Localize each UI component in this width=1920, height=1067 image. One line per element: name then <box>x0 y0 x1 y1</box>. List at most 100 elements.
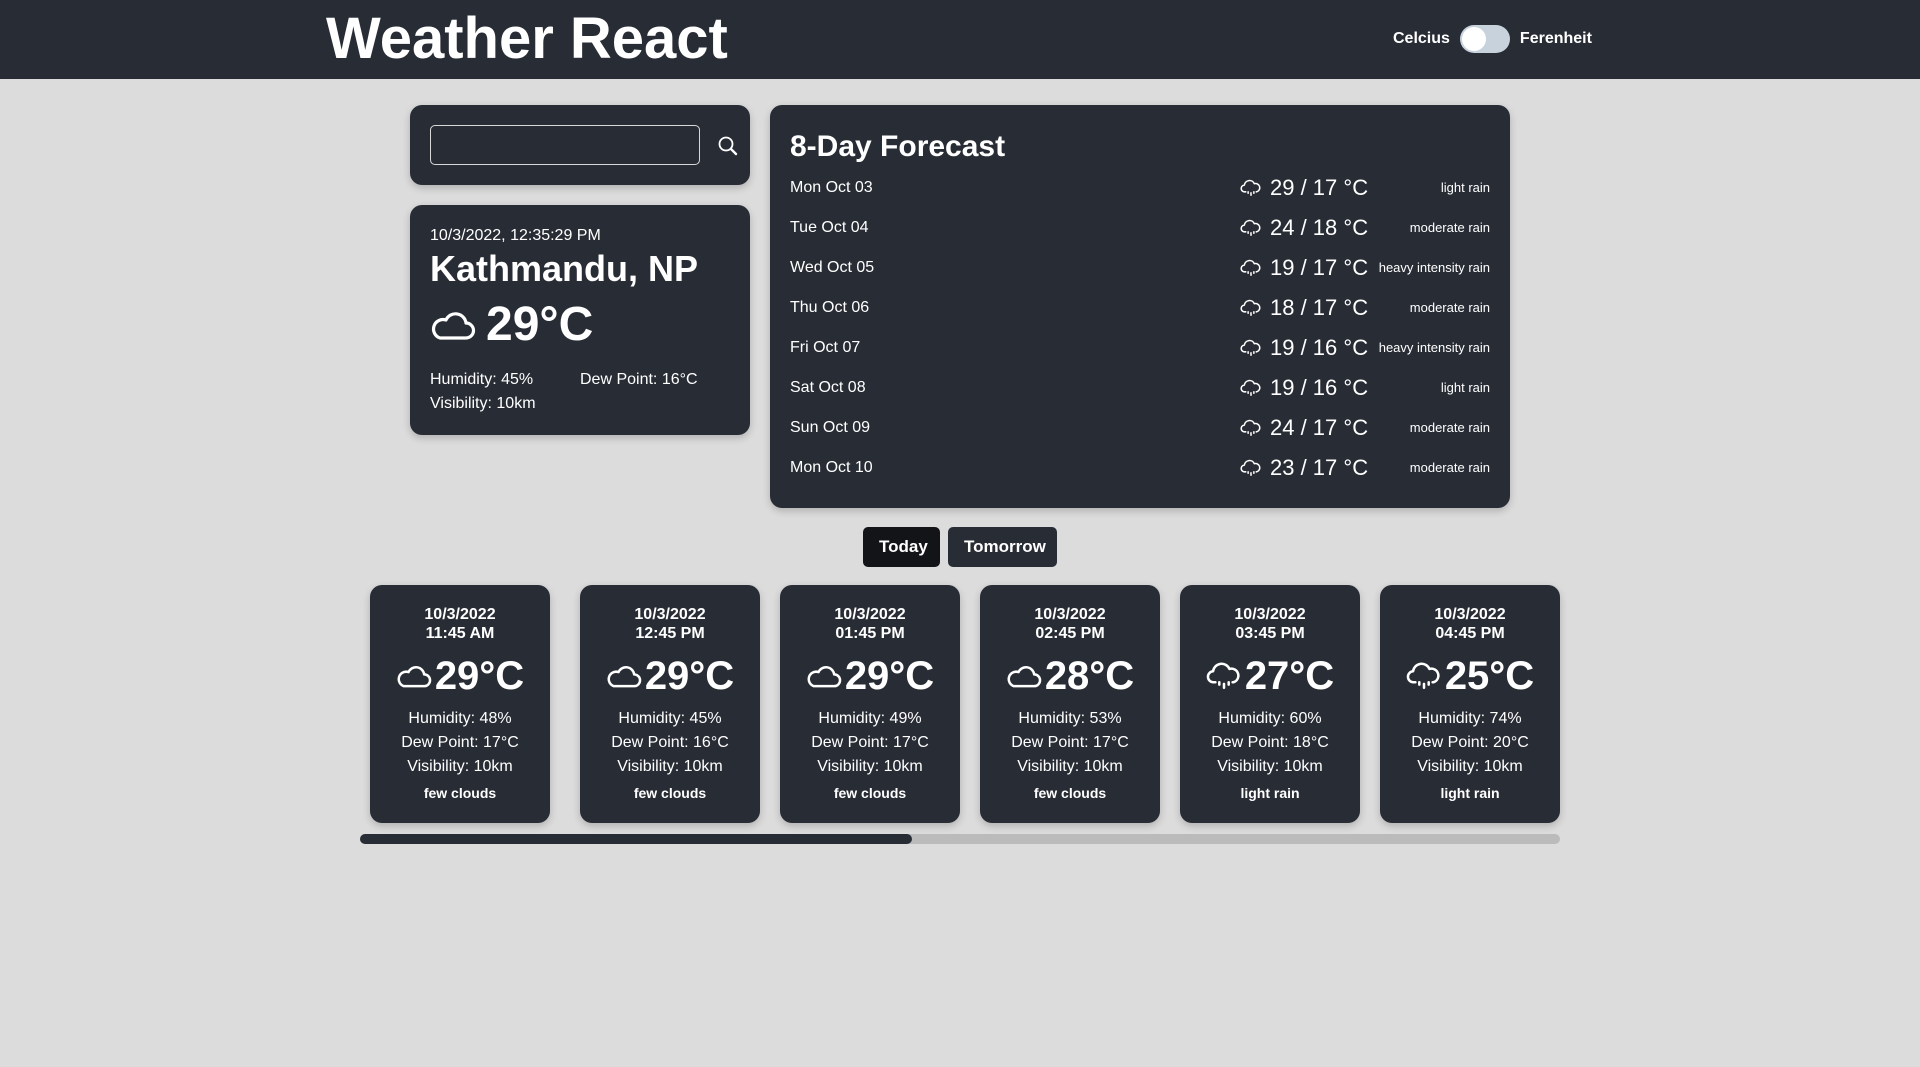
hourly-temp: 27°C <box>1244 654 1335 698</box>
hourly-humidity: Humidity: 74% <box>1418 710 1522 727</box>
hourly-temp: 29°C <box>844 654 935 698</box>
hourly-temp-row: 29°C <box>580 652 760 700</box>
hourly-scrollbar[interactable] <box>360 834 1560 844</box>
hourly-card: 10/3/2022 03:45 PM 27°C Humidity: 60% De… <box>1180 585 1360 823</box>
city-search-input[interactable] <box>430 125 700 165</box>
current-temperature: 29°C <box>486 298 594 351</box>
hourly-forecast-strip: 10/3/2022 11:45 AM 29°C Humidity: 48% De… <box>370 585 1560 825</box>
hourly-stats: Humidity: 48% Dew Point: 17°C Visibility… <box>370 707 550 779</box>
forecast-row: Sat Oct 08 19 / 16 °C light rain <box>790 368 1490 408</box>
cloud-icon <box>397 665 432 688</box>
hourly-date: 10/3/2022 <box>1434 606 1506 623</box>
current-visibility: Visibility: 10km <box>430 395 536 412</box>
forecast-temp: 18 / 17 °C <box>1270 295 1369 320</box>
hourly-date: 10/3/2022 <box>1234 606 1306 623</box>
hourly-dew-point: Dew Point: 20°C <box>1411 734 1529 751</box>
hourly-temp: 29°C <box>644 654 735 698</box>
celsius-label: Celcius <box>1393 30 1450 47</box>
hourly-temp-row: 29°C <box>370 652 550 700</box>
rain-cloud-icon <box>1406 662 1440 689</box>
hourly-visibility: Visibility: 10km <box>817 758 923 775</box>
app-header: Weather React Celcius Ferenheit <box>0 0 1920 79</box>
hourly-card: 10/3/2022 04:45 PM 25°C Humidity: 74% De… <box>1380 585 1560 823</box>
hourly-datetime: 10/3/2022 04:45 PM <box>1380 605 1560 643</box>
forecast-day: Tue Oct 04 <box>790 219 869 236</box>
tab-today[interactable]: Today <box>863 527 940 567</box>
search-panel <box>410 105 750 185</box>
current-humidity: Humidity: 45% <box>430 371 534 388</box>
forecast-day: Mon Oct 03 <box>790 179 873 196</box>
hourly-dew-point: Dew Point: 16°C <box>611 734 729 751</box>
app-title: Weather React <box>326 6 728 71</box>
hourly-scrollbar-thumb[interactable] <box>360 834 912 844</box>
hourly-date: 10/3/2022 <box>834 606 906 623</box>
current-datetime: 10/3/2022, 12:35:29 PM <box>430 227 601 244</box>
rain-cloud-icon <box>1240 419 1261 436</box>
search-button[interactable] <box>716 133 742 159</box>
forecast-temp: 24 / 18 °C <box>1270 215 1369 240</box>
forecast-row: Mon Oct 10 23 / 17 °C moderate rain <box>790 448 1490 488</box>
forecast-card: 8-Day Forecast Mon Oct 03 29 / 17 °C lig… <box>770 105 1510 508</box>
rain-cloud-icon <box>1206 662 1240 689</box>
cloud-icon <box>431 312 476 340</box>
forecast-day: Wed Oct 05 <box>790 259 875 276</box>
forecast-row: Sun Oct 09 24 / 17 °C moderate rain <box>790 408 1490 448</box>
hourly-dew-point: Dew Point: 17°C <box>401 734 519 751</box>
hourly-temp: 29°C <box>434 654 525 698</box>
hourly-dew-point: Dew Point: 17°C <box>811 734 929 751</box>
hourly-desc: few clouds <box>1033 785 1107 801</box>
hourly-humidity: Humidity: 49% <box>818 710 922 727</box>
hourly-stats: Humidity: 53% Dew Point: 17°C Visibility… <box>980 707 1160 779</box>
forecast-temp: 24 / 17 °C <box>1270 415 1369 440</box>
forecast-icon <box>1240 218 1262 240</box>
forecast-row: Mon Oct 03 29 / 17 °C light rain <box>790 168 1490 208</box>
hourly-humidity: Humidity: 48% <box>408 710 512 727</box>
current-dew-point: Dew Point: 16°C <box>580 371 698 388</box>
hourly-humidity: Humidity: 60% <box>1218 710 1322 727</box>
forecast-day: Sun Oct 09 <box>790 419 871 436</box>
hourly-card: 10/3/2022 11:45 AM 29°C Humidity: 48% De… <box>370 585 550 823</box>
hourly-time: 01:45 PM <box>835 625 905 642</box>
hourly-temp: 28°C <box>1044 654 1135 698</box>
forecast-day: Sat Oct 08 <box>790 379 866 396</box>
forecast-temp: 19 / 17 °C <box>1270 255 1369 280</box>
hourly-card: 10/3/2022 02:45 PM 28°C Humidity: 53% De… <box>980 585 1160 823</box>
current-details: Humidity: 45% Dew Point: 16°C Visibility… <box>430 368 730 416</box>
forecast-icon <box>1240 298 1262 320</box>
forecast-desc: heavy intensity rain <box>1378 260 1490 275</box>
current-temp-row: 29°C <box>430 297 593 353</box>
hourly-dew-point: Dew Point: 18°C <box>1211 734 1329 751</box>
hourly-datetime: 10/3/2022 02:45 PM <box>980 605 1160 643</box>
hourly-visibility: Visibility: 10km <box>1417 758 1523 775</box>
hourly-humidity: Humidity: 53% <box>1018 710 1122 727</box>
forecast-title: 8-Day Forecast <box>790 130 1006 163</box>
hourly-temp: 25°C <box>1444 654 1535 698</box>
forecast-row: Tue Oct 04 24 / 18 °C moderate rain <box>790 208 1490 248</box>
forecast-desc: heavy intensity rain <box>1378 340 1490 355</box>
hourly-card: 10/3/2022 12:45 PM 29°C Humidity: 45% De… <box>580 585 760 823</box>
tab-tomorrow[interactable]: Tomorrow <box>948 527 1057 567</box>
current-weather-card: 10/3/2022, 12:35:29 PM Kathmandu, NP 29°… <box>410 205 750 435</box>
cloud-icon <box>1007 665 1042 688</box>
forecast-row: Thu Oct 06 18 / 17 °C moderate rain <box>790 288 1490 328</box>
hourly-datetime: 10/3/2022 01:45 PM <box>780 605 960 643</box>
rain-cloud-icon <box>1240 459 1261 476</box>
forecast-day: Mon Oct 10 <box>790 459 873 476</box>
hourly-desc: few clouds <box>423 785 497 801</box>
current-city: Kathmandu, NP <box>430 248 699 289</box>
forecast-day: Thu Oct 06 <box>790 299 870 316</box>
hourly-stats: Humidity: 74% Dew Point: 20°C Visibility… <box>1380 707 1560 779</box>
hourly-desc: few clouds <box>833 785 907 801</box>
forecast-desc: moderate rain <box>1409 420 1490 435</box>
forecast-icon <box>1240 418 1262 440</box>
switch-knob <box>1461 27 1486 51</box>
forecast-icon <box>1240 258 1262 280</box>
hourly-desc: light rain <box>1440 785 1500 801</box>
cloud-icon <box>607 665 642 688</box>
forecast-temp: 23 / 17 °C <box>1270 455 1369 480</box>
forecast-icon <box>1240 178 1262 200</box>
hourly-datetime: 10/3/2022 12:45 PM <box>580 605 760 643</box>
unit-switch[interactable] <box>1459 25 1510 53</box>
hourly-time: 03:45 PM <box>1235 625 1305 642</box>
rain-cloud-icon <box>1240 179 1261 196</box>
